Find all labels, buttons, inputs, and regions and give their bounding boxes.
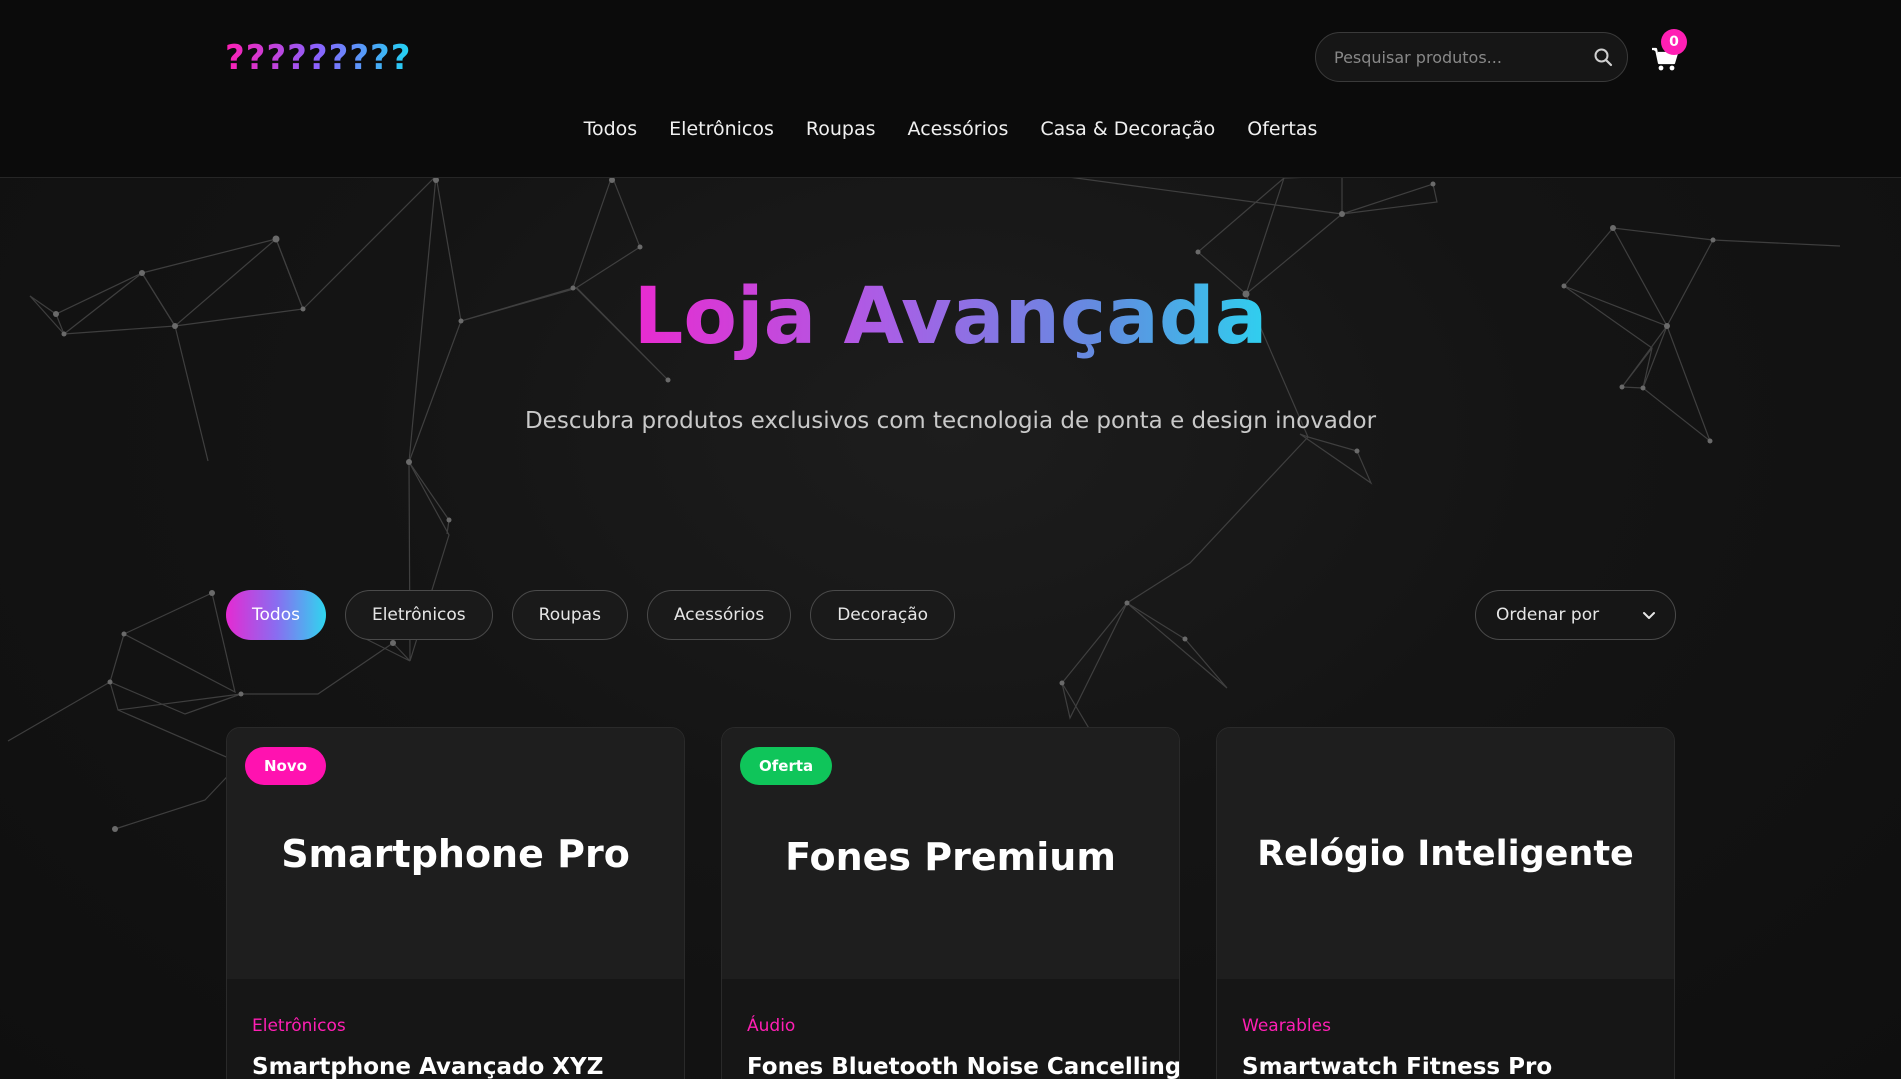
nav-item-casa-decoracao[interactable]: Casa & Decoração [1024, 118, 1231, 140]
main-nav: Todos Eletrônicos Roupas Acessórios Casa… [0, 118, 1901, 140]
hero-title: Loja Avançada [633, 272, 1268, 362]
product-badge-new: Novo [245, 747, 326, 785]
search-icon[interactable] [1593, 47, 1613, 67]
product-image-title: Fones Premium [785, 834, 1116, 879]
nav-item-todos[interactable]: Todos [568, 118, 654, 140]
nav-item-ofertas[interactable]: Ofertas [1231, 118, 1333, 140]
product-badge-offer: Oferta [740, 747, 833, 785]
product-category[interactable]: Áudio [747, 1016, 795, 1036]
filter-chip-acessorios[interactable]: Acessórios [646, 590, 792, 640]
filter-chip-decoracao[interactable]: Decoração [810, 590, 956, 640]
hero-subtitle: Descubra produtos exclusivos com tecnolo… [524, 408, 1377, 434]
nav-item-eletronicos[interactable]: Eletrônicos [653, 118, 790, 140]
search-box [1315, 32, 1628, 82]
product-image-title: Relógio Inteligente [1257, 833, 1634, 874]
cart-count-badge: 0 [1661, 29, 1687, 55]
search-input[interactable] [1334, 33, 1584, 81]
nav-item-acessorios[interactable]: Acessórios [892, 118, 1025, 140]
product-category[interactable]: Eletrônicos [252, 1016, 346, 1036]
product-image-title: Smartphone Pro [281, 831, 630, 876]
chevron-down-icon [1643, 612, 1655, 619]
product-name[interactable]: Fones Bluetooth Noise Cancelling [747, 1054, 1179, 1079]
product-category[interactable]: Wearables [1242, 1016, 1331, 1036]
product-name[interactable]: Smartwatch Fitness Pro [1242, 1054, 1552, 1079]
product-card[interactable]: Fones Premium Oferta Áudio Fones Bluetoo… [721, 727, 1180, 1079]
filter-chip-roupas[interactable]: Roupas [511, 590, 628, 640]
category-filters: Todos Eletrônicos Roupas Acessórios Deco… [226, 590, 956, 640]
site-logo[interactable]: ????????? [225, 38, 412, 78]
page: ????????? 0 Todos Eletrônicos Roupas Ace… [0, 0, 1901, 1079]
product-card[interactable]: Smartphone Pro Novo Eletrônicos Smartpho… [226, 727, 685, 1079]
nav-item-roupas[interactable]: Roupas [790, 118, 892, 140]
filter-chip-todos[interactable]: Todos [226, 590, 326, 640]
filter-chip-eletronicos[interactable]: Eletrônicos [344, 590, 493, 640]
product-card[interactable]: Relógio Inteligente Wearables Smartwatch… [1216, 727, 1675, 1079]
sort-dropdown[interactable]: Ordenar por [1475, 590, 1676, 640]
sort-label: Ordenar por [1496, 605, 1600, 625]
product-image[interactable]: Relógio Inteligente [1217, 728, 1674, 979]
site-header: ????????? 0 Todos Eletrônicos Roupas Ace… [0, 0, 1901, 178]
product-name[interactable]: Smartphone Avançado XYZ [252, 1054, 603, 1079]
